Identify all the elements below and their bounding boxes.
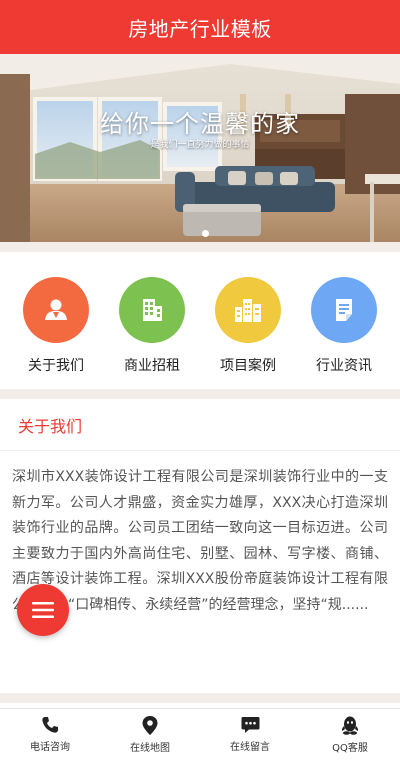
nav-item-projects[interactable]: 项目案例 — [205, 252, 291, 375]
tab-phone[interactable]: 电话咨询 — [0, 709, 100, 760]
map-pin-icon — [142, 715, 158, 735]
menu-button[interactable] — [17, 584, 69, 636]
document-icon — [311, 277, 377, 343]
nav-label: 项目案例 — [220, 358, 276, 374]
app-header: 房地产行业模板 — [0, 0, 400, 54]
bottom-tab-bar: 电话咨询 在线地图 在线留言 QQ客服 — [0, 708, 400, 760]
section-divider — [0, 693, 400, 703]
banner-title: 给你一个温馨的家 — [100, 110, 300, 138]
banner-subtitle: 是我们一直努力做的事情 — [150, 140, 250, 150]
nav-label: 商业招租 — [124, 358, 180, 374]
hero-banner[interactable]: 给你一个温馨的家 是我们一直努力做的事情 — [0, 54, 400, 242]
qq-icon — [342, 716, 358, 735]
nav-item-news[interactable]: 行业资讯 — [301, 252, 387, 375]
tab-label: QQ客服 — [332, 742, 368, 754]
tab-qq[interactable]: QQ客服 — [300, 709, 400, 760]
menu-icon — [32, 602, 54, 618]
nav-label: 关于我们 — [28, 358, 84, 374]
person-icon — [23, 277, 89, 343]
tab-label: 在线留言 — [230, 742, 270, 753]
about-section-title: 关于我们 — [18, 416, 83, 436]
tab-map[interactable]: 在线地图 — [100, 709, 200, 760]
tab-message[interactable]: 在线留言 — [200, 709, 300, 760]
about-description: 深圳市XXX装饰设计工程有限公司是深圳装饰行业中的一支新力军。公司人才鼎盛，资金… — [12, 469, 388, 613]
nav-label: 行业资讯 — [316, 358, 372, 374]
about-section-header: 关于我们 — [0, 399, 400, 451]
phone-icon — [42, 717, 58, 733]
tab-label: 电话咨询 — [30, 742, 70, 753]
buildings-icon — [119, 277, 185, 343]
tab-label: 在线地图 — [130, 742, 170, 754]
nav-item-about[interactable]: 关于我们 — [13, 252, 99, 375]
section-divider — [0, 389, 400, 399]
carousel-indicator[interactable] — [202, 230, 209, 237]
city-icon — [215, 277, 281, 343]
nav-item-leasing[interactable]: 商业招租 — [109, 252, 195, 375]
category-nav: 关于我们 商业招租 项目案例 行业资讯 — [0, 252, 400, 389]
section-divider — [0, 242, 400, 252]
message-icon — [241, 717, 259, 733]
page-title: 房地产行业模板 — [128, 16, 272, 41]
